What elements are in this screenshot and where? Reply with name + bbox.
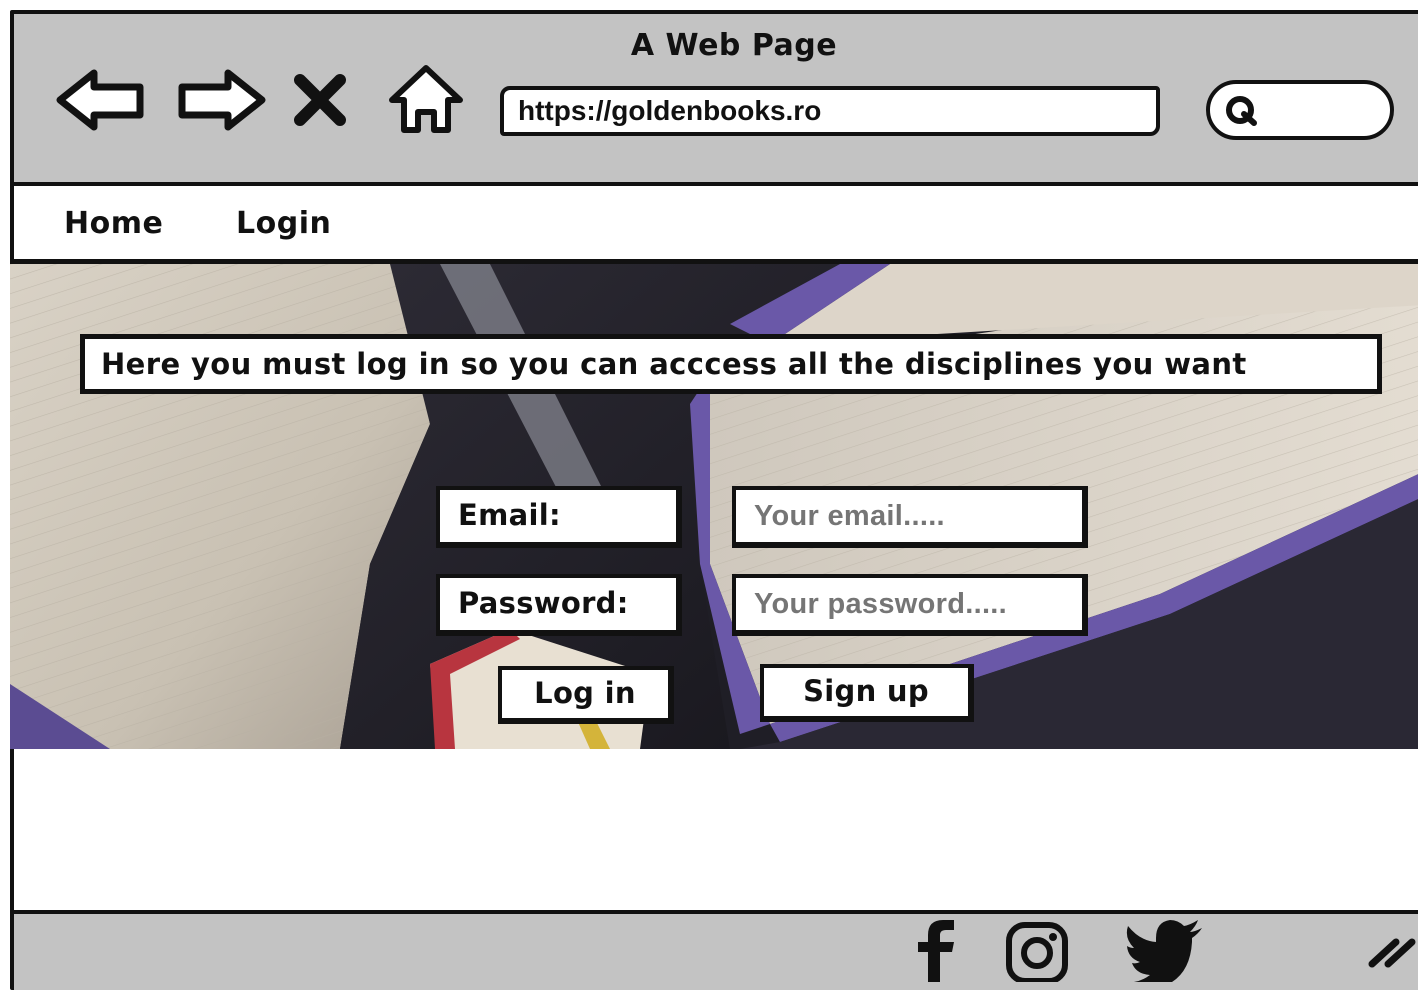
stop-button[interactable] (280, 60, 360, 140)
url-input[interactable] (500, 86, 1160, 136)
nav-menu: Home Login (14, 186, 1418, 264)
password-field[interactable] (732, 574, 1088, 636)
search-input[interactable] (1206, 80, 1394, 140)
facebook-icon[interactable] (910, 920, 960, 986)
login-notice: Here you must log in so you can acccess … (80, 334, 1382, 394)
signup-button[interactable]: Sign up (760, 664, 974, 722)
hero-section: Here you must log in so you can acccess … (10, 264, 1418, 749)
instagram-icon[interactable] (1004, 920, 1070, 986)
email-label: Email: (436, 486, 682, 548)
forward-button[interactable] (170, 60, 270, 140)
home-button[interactable] (376, 60, 476, 140)
footer (14, 910, 1418, 990)
menu-item-login[interactable]: Login (236, 206, 331, 241)
back-button[interactable] (52, 60, 152, 140)
close-x-icon (294, 74, 346, 126)
window-title: A Web Page (630, 28, 838, 63)
browser-chrome: A Web Page (14, 14, 1418, 186)
password-label: Password: (436, 574, 682, 636)
twitter-icon[interactable] (1124, 920, 1204, 989)
browser-window: A Web Page https://goldenbooks.ro Home L… (10, 10, 1418, 990)
menu-item-home[interactable]: Home (64, 206, 163, 241)
home-icon (389, 65, 463, 133)
back-arrow-icon (56, 69, 144, 131)
forward-arrow-icon (178, 69, 266, 131)
search-icon (1222, 96, 1262, 132)
login-button[interactable]: Log in (498, 666, 674, 724)
email-field[interactable] (732, 486, 1088, 548)
resize-handle-icon[interactable] (1366, 934, 1416, 974)
